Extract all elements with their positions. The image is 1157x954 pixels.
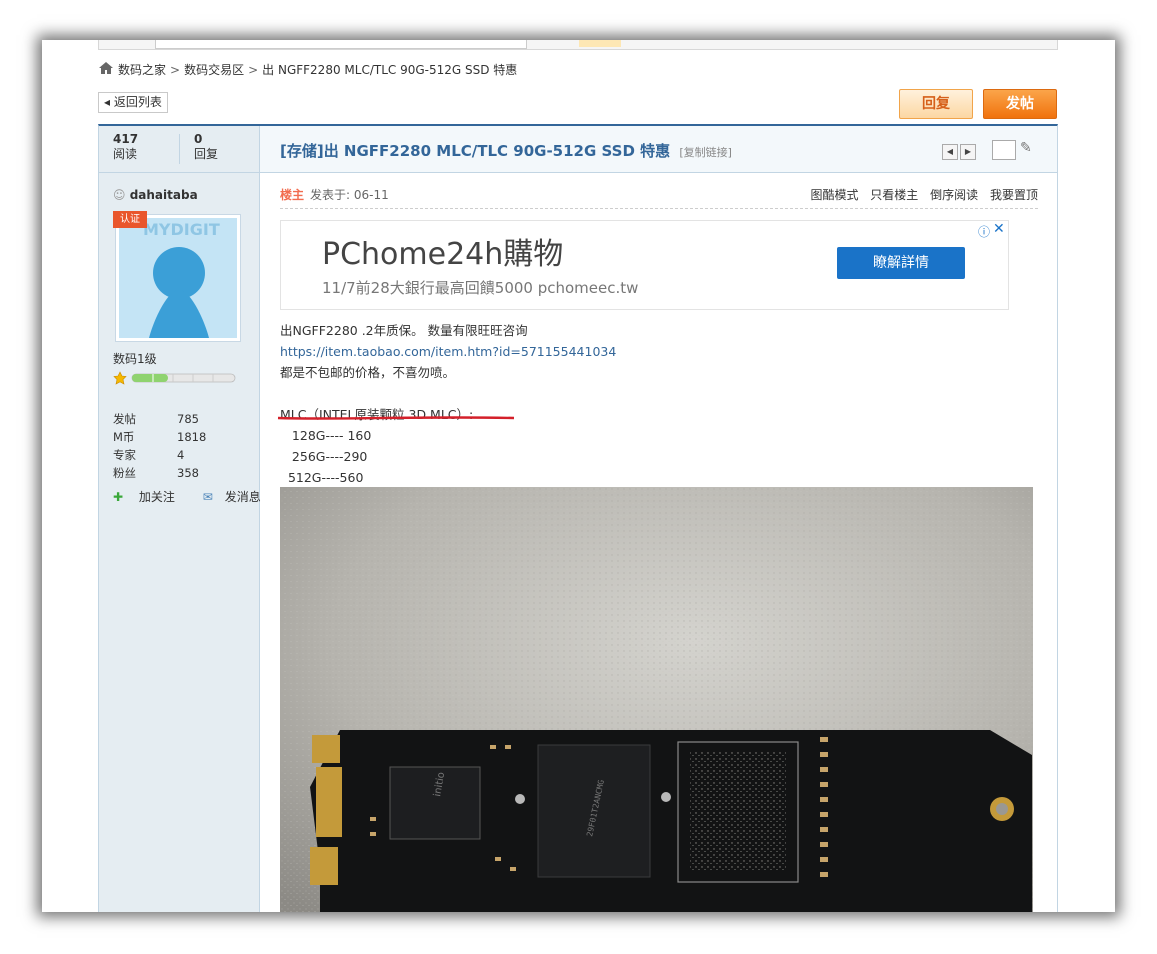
- breadcrumb-item-home[interactable]: 数码之家: [118, 63, 166, 77]
- favorite-box[interactable]: [992, 140, 1016, 160]
- replies-stat: 0 回复: [194, 132, 218, 162]
- price-line-128g: 128G---- 160: [280, 428, 372, 443]
- op-only-link[interactable]: 只看楼主: [870, 188, 918, 202]
- search-input[interactable]: [155, 40, 527, 49]
- verified-badge: 认证: [113, 211, 147, 228]
- ssd-photo[interactable]: initio 29F01T2ANCMG: [280, 487, 1033, 912]
- author-sidebar: 417 阅读 0 回复 ☺ dahaitaba MYDIGIT 认证 数码1级 …: [99, 126, 261, 912]
- star-icon: [113, 371, 127, 385]
- breadcrumb-item-thread[interactable]: 出 NGFF2280 MLC/TLC 90G-512G SSD 特惠: [262, 63, 517, 77]
- views-label: 阅读: [113, 147, 138, 161]
- copy-link-button[interactable]: [复制链接]: [679, 146, 732, 159]
- breadcrumb-separator: >: [170, 63, 181, 77]
- stat-row-expert[interactable]: 专家 4: [113, 446, 233, 464]
- ad-title[interactable]: PChome24h購物: [322, 229, 563, 273]
- follow-actions: ✚ 加关注 ✉ 发消息: [113, 488, 285, 505]
- top-search-bar: [98, 40, 1058, 50]
- follow-button[interactable]: ✚ 加关注: [113, 490, 187, 504]
- post-link-line: https://item.taobao.com/item.htm?id=5711…: [280, 341, 1040, 362]
- op-label: 楼主: [280, 188, 305, 202]
- plus-icon: ✚: [113, 490, 124, 504]
- reply-button[interactable]: 回复: [899, 89, 973, 119]
- red-underline-annotation: [277, 416, 515, 420]
- thread-header: [存储]出 NGFF2280 MLC/TLC 90G-512G SSD 特惠 […: [260, 126, 1057, 173]
- post-line: 都是不包邮的价格，不喜勿喷。: [280, 365, 456, 380]
- post-tools: 图酷模式 只看楼主 倒序阅读 我要置顶: [802, 186, 1038, 203]
- ad-banner[interactable]: PChome24h購物 11/7前28大銀行最高回饋5000 pchomeec.…: [280, 220, 1009, 310]
- post-meta: 楼主 发表于: 06-11 图酷模式 只看楼主 倒序阅读 我要置顶: [280, 186, 1038, 209]
- pin-link[interactable]: 我要置顶: [990, 188, 1038, 202]
- browser-viewport: 数码之家 > 数码交易区 > 出 NGFF2280 MLC/TLC 90G-512G S…: [42, 40, 1115, 912]
- gallery-mode-link[interactable]: 图酷模式: [810, 188, 858, 202]
- breadcrumb-separator: >: [248, 63, 259, 77]
- search-button[interactable]: [579, 40, 621, 47]
- avatar-watermark: MYDIGIT: [143, 220, 220, 239]
- replies-label: 回复: [194, 147, 219, 161]
- back-to-list-button[interactable]: ◂ 返回列表: [98, 92, 168, 113]
- avatar[interactable]: MYDIGIT: [115, 214, 241, 342]
- author-name-text: dahaitaba: [129, 188, 198, 202]
- level-progress-fill: [132, 374, 168, 382]
- thread-stats: 417 阅读 0 回复: [99, 126, 259, 173]
- pen-icon[interactable]: ✎: [1020, 140, 1032, 156]
- close-icon[interactable]: ✕: [993, 221, 1005, 237]
- info-icon[interactable]: ⓘ: [978, 223, 990, 240]
- post-line: 出NGFF2280 .2年质保。 数量有限旺旺咨询: [280, 323, 528, 338]
- thread-title-text: [存储]出 NGFF2280 MLC/TLC 90G-512G SSD 特惠: [280, 142, 671, 160]
- reverse-order-link[interactable]: 倒序阅读: [930, 188, 978, 202]
- views-stat: 417 阅读: [113, 132, 138, 162]
- new-post-button[interactable]: 发帖: [983, 89, 1057, 119]
- views-count: 417: [113, 132, 139, 146]
- chevron-left-icon[interactable]: ◀: [942, 144, 958, 160]
- chevron-right-icon[interactable]: ▶: [960, 144, 976, 160]
- breadcrumb: 数码之家 > 数码交易区 > 出 NGFF2280 MLC/TLC 90G-512G S…: [98, 61, 517, 79]
- price-line-512g: 512G----560: [280, 470, 364, 485]
- message-button[interactable]: ✉ 发消息: [203, 490, 273, 504]
- ad-cta-button[interactable]: 瞭解詳情: [837, 247, 965, 279]
- user-stats: 发帖 785 M币 1818 专家 4 粉丝 358: [113, 410, 233, 482]
- level-progress: [113, 371, 237, 385]
- home-icon[interactable]: [98, 61, 114, 80]
- author-name[interactable]: ☺ dahaitaba: [113, 188, 198, 202]
- envelope-icon: ✉: [202, 490, 213, 504]
- breadcrumb-item-forum[interactable]: 数码交易区: [184, 63, 244, 77]
- thread-title: [存储]出 NGFF2280 MLC/TLC 90G-512G SSD 特惠 […: [280, 140, 732, 161]
- avatar-image: MYDIGIT: [119, 218, 237, 338]
- replies-count: 0: [194, 132, 203, 146]
- user-icon: ☺: [113, 188, 126, 202]
- user-level: 数码1级: [113, 352, 157, 366]
- stat-divider: [179, 134, 180, 164]
- stat-row-coins[interactable]: M币 1818: [113, 428, 233, 446]
- stat-row-posts[interactable]: 发帖 785: [113, 410, 233, 428]
- ad-subtitle[interactable]: 11/7前28大銀行最高回饋5000 pchomeec.tw: [322, 277, 638, 298]
- price-line-256g: 256G----290: [280, 449, 368, 464]
- post-time: 发表于: 06-11: [310, 188, 389, 202]
- thread-container: 417 阅读 0 回复 ☺ dahaitaba MYDIGIT 认证 数码1级 …: [98, 124, 1058, 912]
- taobao-link[interactable]: https://item.taobao.com/item.htm?id=5711…: [280, 344, 616, 359]
- post-content: 出NGFF2280 .2年质保。 数量有限旺旺咨询 https://item.t…: [277, 320, 1040, 488]
- stat-row-fans[interactable]: 粉丝 358: [113, 464, 233, 482]
